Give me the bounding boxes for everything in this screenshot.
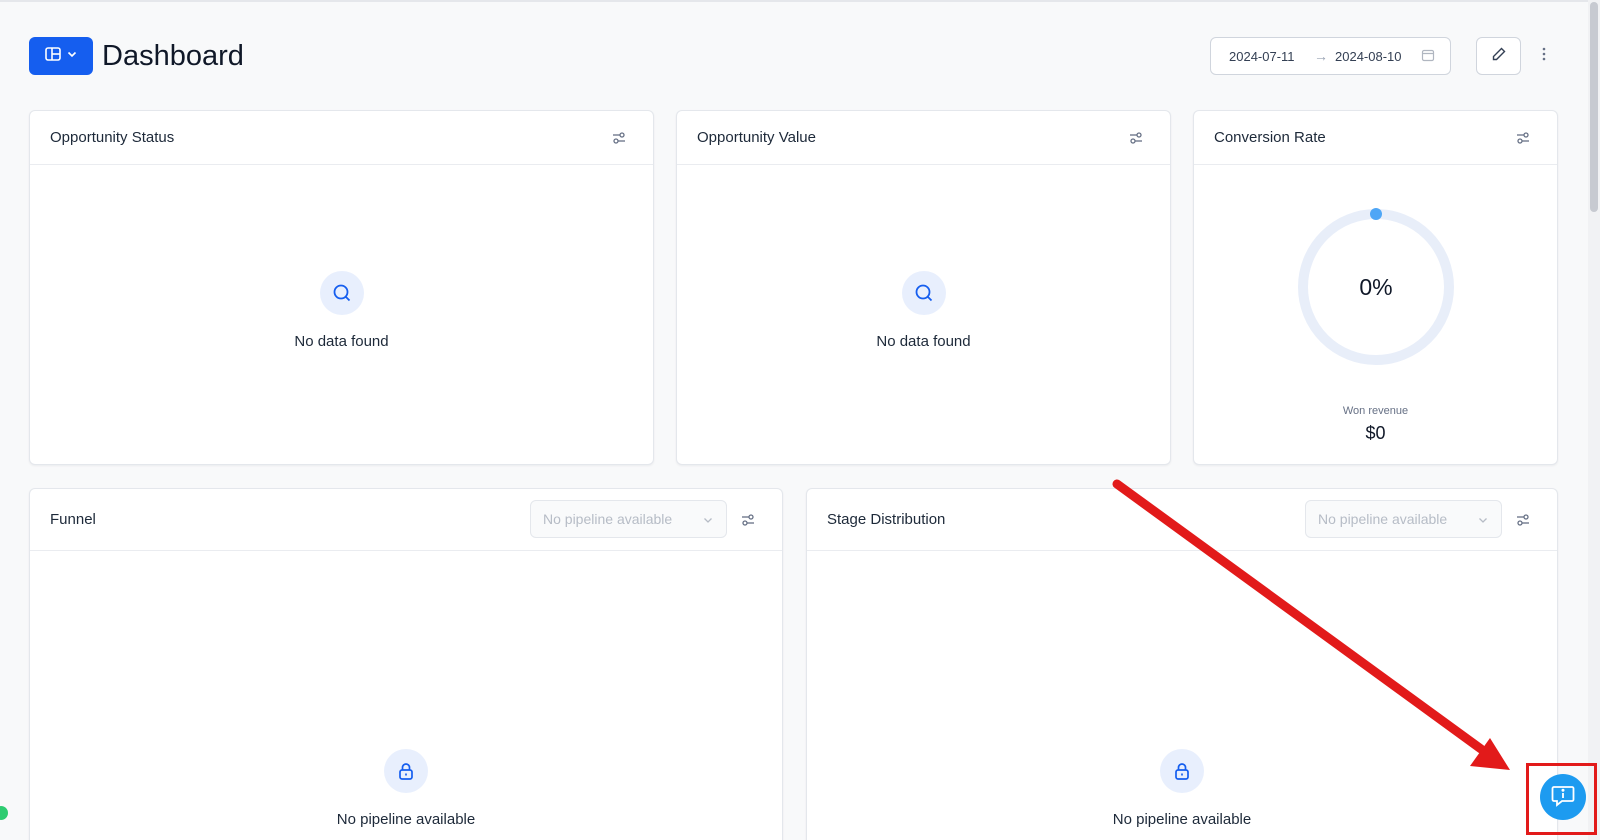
empty-state: No pipeline available xyxy=(807,749,1557,828)
conversion-rate-value: 0% xyxy=(1359,273,1393,300)
more-vertical-icon xyxy=(1542,47,1546,66)
card-title: Conversion Rate xyxy=(1214,129,1326,146)
card-title: Opportunity Value xyxy=(697,129,816,146)
empty-state: No data found xyxy=(30,271,653,350)
card-title: Funnel xyxy=(50,511,96,528)
status-dot xyxy=(0,806,8,820)
conversion-rate-card: Conversion Rate 0% Won revenue $0 xyxy=(1193,110,1558,465)
lock-icon xyxy=(384,749,428,793)
search-icon xyxy=(901,271,946,315)
won-revenue-label: Won revenue xyxy=(1342,405,1409,417)
chevron-down-icon xyxy=(702,513,714,529)
page-title: Dashboard xyxy=(102,40,244,72)
layout-switcher-button[interactable] xyxy=(29,37,93,75)
sliders-icon[interactable] xyxy=(740,512,756,528)
empty-state: No data found xyxy=(677,271,1170,350)
won-revenue-value: $0 xyxy=(1365,423,1386,443)
top-divider xyxy=(0,0,1600,2)
date-start[interactable]: 2024-07-11 xyxy=(1229,49,1307,64)
calendar-icon xyxy=(1421,48,1435,65)
empty-state-text: No data found xyxy=(876,333,971,350)
sliders-icon[interactable] xyxy=(1515,130,1531,146)
pipeline-select-value: No pipeline available xyxy=(1318,511,1448,527)
layout-columns-icon xyxy=(44,45,62,68)
search-icon xyxy=(319,271,364,315)
edit-dashboard-button[interactable] xyxy=(1476,37,1521,75)
chevron-down-icon xyxy=(1477,513,1489,529)
pipeline-select[interactable]: No pipeline available xyxy=(1305,500,1502,538)
pipeline-select[interactable]: No pipeline available xyxy=(530,500,727,538)
stage-distribution-card: Stage Distribution No pipeline available xyxy=(806,488,1558,840)
chevron-down-icon xyxy=(66,47,78,65)
chat-info-icon xyxy=(1550,782,1576,813)
card-header: Opportunity Value xyxy=(677,111,1170,165)
card-title: Opportunity Status xyxy=(50,129,175,146)
empty-state: No pipeline available xyxy=(30,749,782,828)
opportunity-status-card: Opportunity Status No data found xyxy=(29,110,654,465)
card-header: Conversion Rate xyxy=(1194,111,1557,165)
lock-icon xyxy=(1160,749,1204,793)
date-end[interactable]: 2024-08-10 xyxy=(1335,49,1419,64)
arrow-right-icon: → xyxy=(1314,48,1328,64)
chat-support-button[interactable] xyxy=(1540,774,1586,820)
date-range-picker[interactable]: 2024-07-11 → 2024-08-10 xyxy=(1210,37,1451,75)
sliders-icon[interactable] xyxy=(611,130,627,146)
empty-state-text: No data found xyxy=(294,333,389,350)
sliders-icon[interactable] xyxy=(1128,130,1144,146)
card-header: Stage Distribution No pipeline available xyxy=(807,489,1557,551)
card-title: Stage Distribution xyxy=(827,511,946,528)
sliders-icon[interactable] xyxy=(1515,512,1531,528)
pipeline-select-value: No pipeline available xyxy=(543,511,673,527)
card-header: Opportunity Status xyxy=(30,111,653,165)
opportunity-value-card: Opportunity Value No data found xyxy=(676,110,1171,465)
funnel-card: Funnel No pipeline available No pipeline… xyxy=(29,488,783,840)
pencil-icon xyxy=(1491,46,1507,67)
empty-state-text: No pipeline available xyxy=(1112,811,1252,828)
scrollbar-thumb[interactable] xyxy=(1590,2,1598,212)
more-options-button[interactable] xyxy=(1533,43,1555,69)
empty-state-text: No pipeline available xyxy=(336,811,476,828)
card-header: Funnel No pipeline available xyxy=(30,489,782,551)
